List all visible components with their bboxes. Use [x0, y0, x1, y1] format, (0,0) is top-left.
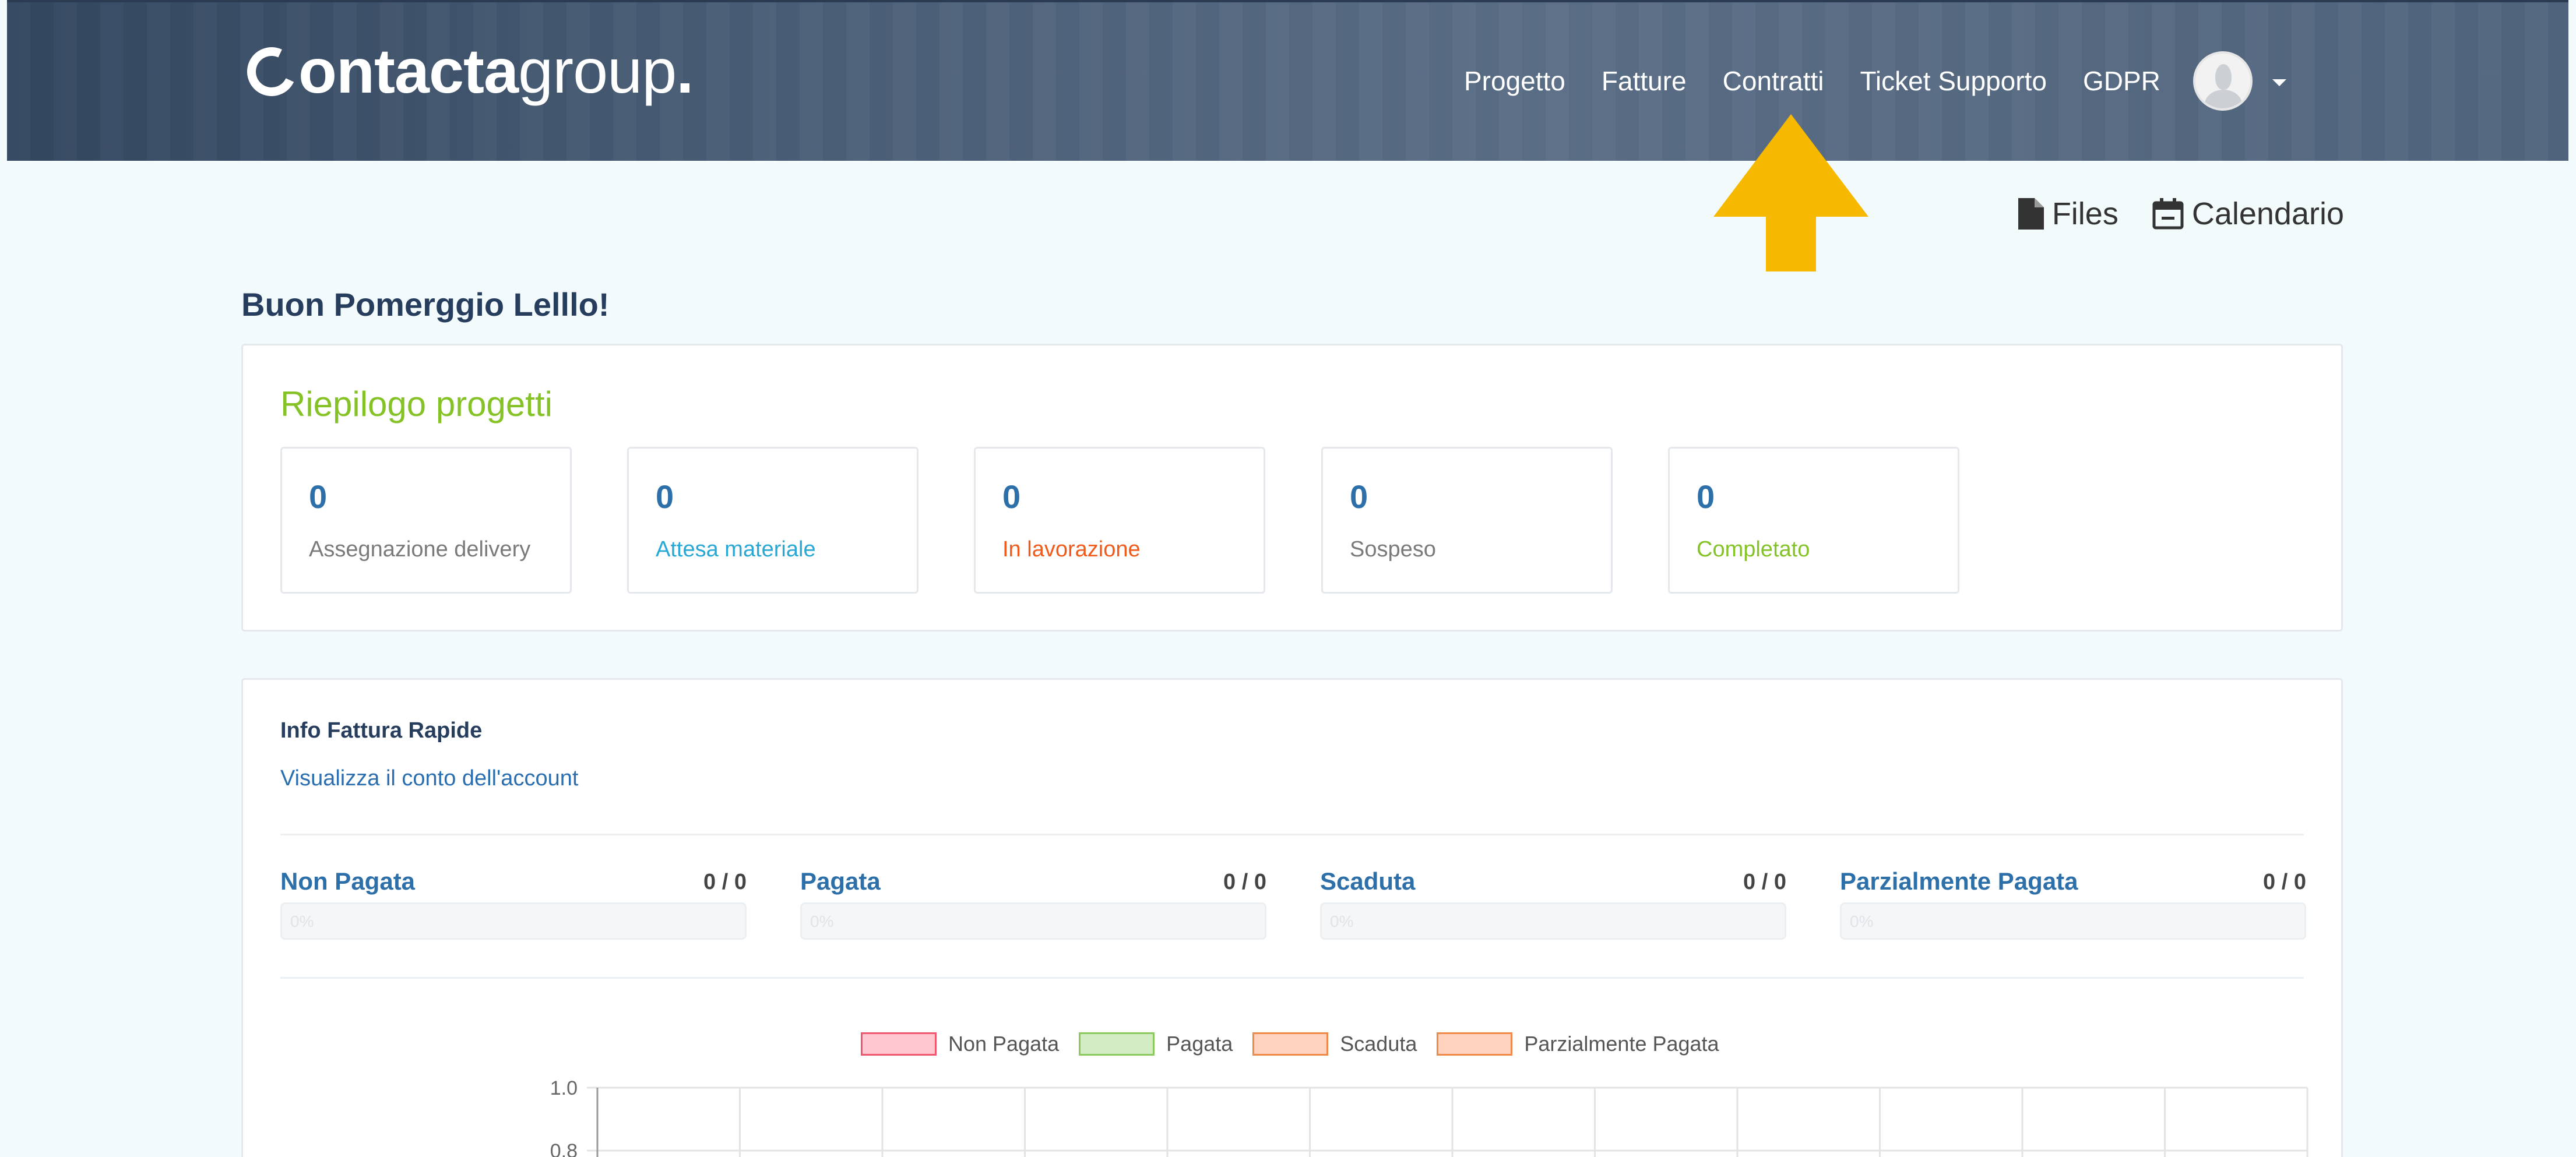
legend-swatch	[1079, 1032, 1155, 1056]
progress-text: 0%	[290, 912, 314, 930]
logo-text-light: group	[518, 36, 677, 106]
toolbar-links: Files Calendario	[1984, 196, 2344, 232]
status-box-assegnazione-delivery[interactable]: 0 Assegnazione delivery	[280, 447, 572, 594]
progress-text: 0%	[1850, 912, 1874, 930]
invoice-info-panel: Info Fattura Rapide Visualizza il conto …	[241, 678, 2343, 1157]
nav-progetto[interactable]: Progetto	[1464, 65, 1565, 97]
chart-legend: Non Pagata Pagata Scaduta Parzialmente P…	[861, 1032, 1739, 1056]
status-label: Completato	[1697, 537, 1810, 562]
status-box-attesa-materiale[interactable]: 0 Attesa materiale	[627, 447, 919, 594]
legend-swatch	[861, 1032, 937, 1056]
legend-label: Parzialmente Pagata	[1524, 1032, 1719, 1056]
status-label: Attesa materiale	[656, 537, 816, 562]
top-navbar: ontacta group . Progetto Fatture Contrat…	[7, 0, 2568, 161]
legend-item-non-pagata[interactable]: Non Pagata	[861, 1032, 1059, 1056]
status-label: Sospeso	[1350, 537, 1436, 562]
status-label: In lavorazione	[1002, 537, 1141, 562]
legend-swatch	[1437, 1032, 1513, 1056]
view-account-link[interactable]: Visualizza il conto dell'account	[280, 766, 578, 791]
progress-text: 0%	[1330, 912, 1354, 930]
status-count: 0	[1350, 478, 1368, 515]
chart-y-tick-label: 1.0	[550, 1077, 578, 1099]
stat-name[interactable]: Non Pagata	[280, 867, 415, 895]
stat-name[interactable]: Pagata	[800, 867, 881, 895]
user-avatar[interactable]	[2193, 51, 2253, 111]
legend-item-pagata[interactable]: Pagata	[1079, 1032, 1233, 1056]
status-box-in-lavorazione[interactable]: 0 In lavorazione	[974, 447, 1265, 594]
legend-label: Pagata	[1166, 1032, 1233, 1056]
stat-count: 0 / 0	[1743, 870, 1786, 894]
calendar-label: Calendario	[2191, 196, 2344, 231]
nav-fatture[interactable]: Fatture	[1602, 65, 1687, 97]
status-count: 0	[656, 478, 674, 515]
status-count: 0	[309, 478, 328, 515]
files-link[interactable]: Files	[2018, 196, 2118, 232]
status-box-sospeso[interactable]: 0 Sospeso	[1321, 447, 1613, 594]
status-box-completato[interactable]: 0 Completato	[1668, 447, 1959, 594]
divider	[280, 977, 2304, 979]
main-nav: Progetto Fatture Contratti Ticket Suppor…	[1464, 2, 2568, 160]
greeting-title: Buon Pomerggio Lelllo!	[241, 286, 610, 323]
project-summary-panel: Riepilogo progetti 0 Assegnazione delive…	[241, 344, 2343, 632]
chart-y-tick-label: 0.8	[550, 1140, 578, 1157]
legend-label: Non Pagata	[948, 1032, 1060, 1056]
progress-text: 0%	[810, 912, 834, 930]
stat-name[interactable]: Parzialmente Pagata	[1840, 867, 2078, 895]
status-count: 0	[1697, 478, 1715, 515]
divider	[280, 834, 2304, 835]
legend-item-scaduta[interactable]: Scaduta	[1252, 1032, 1417, 1056]
legend-item-parzialmente-pagata[interactable]: Parzialmente Pagata	[1437, 1032, 1719, 1056]
nav-contratti[interactable]: Contratti	[1723, 65, 1824, 97]
stat-count: 0 / 0	[703, 870, 747, 894]
nav-gdpr[interactable]: GDPR	[2083, 65, 2160, 97]
progress-bar: 0%	[280, 902, 747, 940]
nav-ticket-supporto[interactable]: Ticket Supporto	[1860, 65, 2047, 97]
logo-c-icon	[240, 40, 303, 103]
file-icon	[2018, 198, 2044, 230]
stat-count: 0 / 0	[2263, 870, 2306, 894]
status-label: Assegnazione delivery	[309, 537, 531, 562]
files-label: Files	[2051, 196, 2118, 231]
logo-dot: .	[676, 36, 694, 106]
progress-bar: 0%	[800, 902, 1266, 940]
calendar-link[interactable]: Calendario	[2152, 196, 2344, 232]
summary-title: Riepilogo progetti	[280, 385, 552, 424]
progress-bar: 0%	[1320, 902, 1786, 940]
arrow-up-icon	[1713, 114, 1868, 271]
logo-text-bold: ontacta	[298, 36, 519, 106]
stat-name[interactable]: Scaduta	[1320, 867, 1415, 895]
progress-bar: 0%	[1840, 902, 2306, 940]
status-count: 0	[1002, 478, 1021, 515]
stat-count: 0 / 0	[1223, 870, 1266, 894]
chevron-down-icon[interactable]	[2272, 79, 2286, 86]
chart-grid	[587, 1087, 2308, 1157]
contactagroup-logo[interactable]: ontacta group .	[240, 36, 694, 110]
invoice-bar-chart: 1.0 0.8	[550, 1077, 2308, 1157]
calendar-icon	[2152, 198, 2184, 230]
legend-swatch	[1252, 1032, 1329, 1056]
invoice-info-title: Info Fattura Rapide	[280, 718, 483, 743]
legend-label: Scaduta	[1340, 1032, 1417, 1056]
chart-y-axis: 1.0 0.8	[550, 1077, 578, 1157]
